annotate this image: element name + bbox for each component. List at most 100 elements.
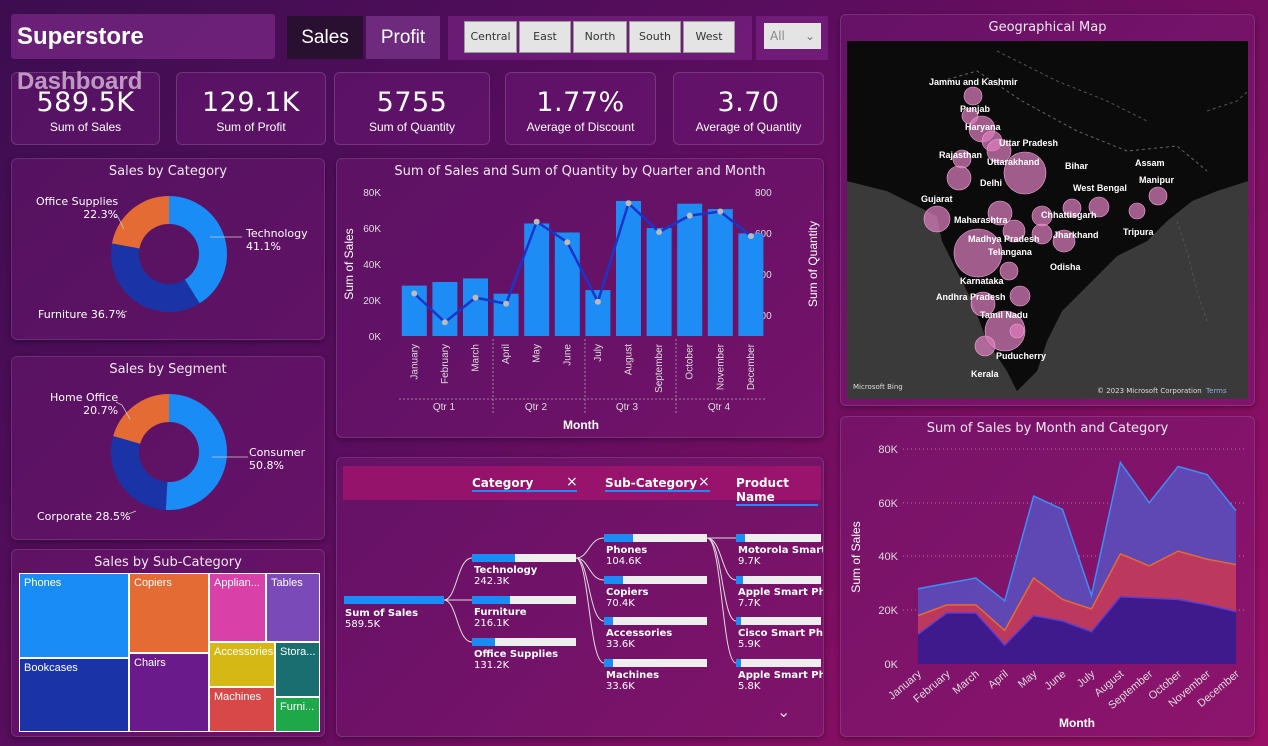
tree-node-product: Apple Smart Ph 5.8K [738, 670, 824, 692]
bar-april[interactable] [493, 293, 519, 336]
map-label: Punjab [960, 104, 991, 114]
x-tick: November [715, 343, 726, 390]
treemap-storage[interactable]: Stora... [275, 642, 320, 697]
treemap-bookcases[interactable]: Bookcases [19, 658, 129, 732]
map-label: Chhattisgarh [1041, 210, 1097, 220]
tree-node-category-bar[interactable] [472, 554, 576, 562]
quantity-point[interactable] [503, 300, 510, 307]
bar-fill [472, 596, 511, 604]
quantity-point[interactable] [564, 239, 571, 246]
quantity-point[interactable] [717, 208, 724, 215]
bar-december[interactable] [738, 233, 764, 336]
x-tick: April [986, 668, 1011, 691]
quarter-label: Qtr 4 [708, 402, 731, 413]
quarter-label: Qtr 2 [525, 402, 548, 413]
quantity-point[interactable] [441, 319, 448, 326]
treemap-chairs[interactable]: Chairs [129, 653, 209, 732]
map-label: Uttarakhand [987, 157, 1040, 167]
quantity-point[interactable] [625, 200, 632, 207]
label-corporate: Corporate 28.5% [37, 510, 131, 523]
tree-node-category-bar[interactable] [472, 596, 576, 604]
bar-march[interactable] [463, 278, 488, 336]
map-label: Madhya Pradesh [968, 234, 1040, 244]
bar-fill [604, 576, 624, 584]
map-label: Gujarat [921, 194, 953, 204]
tree-node-category-bar[interactable] [472, 638, 576, 646]
tree-node-product-bar[interactable] [736, 534, 821, 542]
map-label: Andhra Pradesh [936, 292, 1006, 302]
tab-sales[interactable]: Sales [287, 16, 363, 59]
treemap-accessories[interactable]: Accessories [209, 642, 275, 687]
quantity-point[interactable] [686, 212, 693, 219]
region-west-button[interactable]: West [683, 21, 735, 53]
tree-node-subcategory-bar[interactable] [604, 534, 707, 542]
region-central-button[interactable]: Central [464, 21, 517, 53]
bar-fill [604, 659, 614, 667]
bar-july[interactable] [585, 290, 611, 336]
tab-profit[interactable]: Profit [366, 16, 440, 59]
quantity-point[interactable] [656, 229, 663, 235]
map-bubble[interactable] [974, 335, 996, 357]
label-consumer: Consumer 50.8% [249, 446, 306, 472]
quantity-point[interactable] [533, 218, 540, 225]
kpi-label: Sum of Sales [49, 120, 122, 134]
tree-node-subcategory-bar[interactable] [604, 576, 707, 584]
region-south-button[interactable]: South [629, 21, 681, 53]
treemap-furnishings[interactable]: Furni... [275, 697, 320, 732]
quantity-point[interactable] [472, 294, 479, 301]
tree-bar-root[interactable] [344, 596, 444, 604]
map-bubble[interactable] [1128, 202, 1146, 220]
map-bubbles [923, 86, 1168, 357]
map-canvas[interactable]: Microsoft Bing © 2023 Microsoft Corporat… [847, 41, 1248, 399]
treemap-copiers[interactable]: Copiers [129, 573, 209, 653]
chevron-down-icon[interactable]: ⌄ [777, 702, 790, 721]
tree-node-product-bar[interactable] [736, 659, 821, 667]
quarter-label: Qtr 1 [433, 402, 456, 413]
bar-october[interactable] [677, 203, 703, 336]
x-tick: March [471, 344, 482, 372]
bar-august[interactable] [616, 201, 641, 336]
kpi-value: 1.77% [536, 87, 625, 118]
treemap-phones[interactable]: Phones [19, 573, 129, 658]
quantity-point[interactable] [747, 233, 754, 240]
quantity-point[interactable] [411, 290, 418, 297]
x-tick: April [501, 344, 512, 364]
filter-dropdown[interactable]: All ⌄ [764, 23, 821, 49]
map-bubble[interactable] [1148, 186, 1168, 206]
tree-node-product-bar[interactable] [736, 617, 821, 625]
bar-february[interactable] [432, 282, 458, 336]
bar-september[interactable] [646, 228, 672, 336]
map-bubble[interactable] [1009, 323, 1025, 339]
bing-logo: Microsoft Bing [853, 383, 903, 391]
bar-may[interactable] [524, 223, 550, 337]
label-technology: Technology 41.1% [246, 227, 308, 253]
kpi-value: 5755 [376, 87, 448, 118]
tree-node-subcategory: Copiers 70.4K [606, 587, 649, 609]
treemap-machines[interactable]: Machines [209, 687, 275, 732]
treemap-appliances[interactable]: Applian... [209, 573, 266, 642]
bar-june[interactable] [554, 232, 580, 337]
tree-node-subcategory: Accessories 33.6K [606, 628, 673, 650]
y-tick: 60K [363, 224, 381, 235]
map-bubble[interactable] [963, 86, 983, 106]
quantity-point[interactable] [594, 298, 601, 305]
map-bubble[interactable] [1009, 285, 1031, 307]
tree-node-subcategory-bar[interactable] [604, 659, 707, 667]
region-north-button[interactable]: North [573, 21, 627, 53]
map-label: Uttar Pradesh [999, 138, 1059, 148]
treemap-tables[interactable]: Tables [266, 573, 320, 642]
bar-november[interactable] [707, 209, 733, 336]
tree-node-subcategory-bar[interactable] [604, 617, 707, 625]
map-label: Assam [1135, 158, 1165, 168]
geo-map-panel: Geographical Map Microsoft Bing © 2023 M… [840, 14, 1255, 406]
tree-node-product-bar[interactable] [736, 576, 821, 584]
map-bubble[interactable] [923, 205, 951, 233]
map-label: Manipur [1139, 175, 1174, 185]
kpi-value: 3.70 [717, 87, 780, 118]
map-terms-link[interactable]: Terms [1206, 387, 1227, 395]
bar-fill [736, 576, 743, 584]
region-east-button[interactable]: East [519, 21, 571, 53]
map-bubble[interactable] [946, 165, 972, 191]
kpi-label: Sum of Quantity [368, 120, 456, 134]
kpi-quantity-card: 5755 Sum of Quantity [334, 72, 490, 145]
